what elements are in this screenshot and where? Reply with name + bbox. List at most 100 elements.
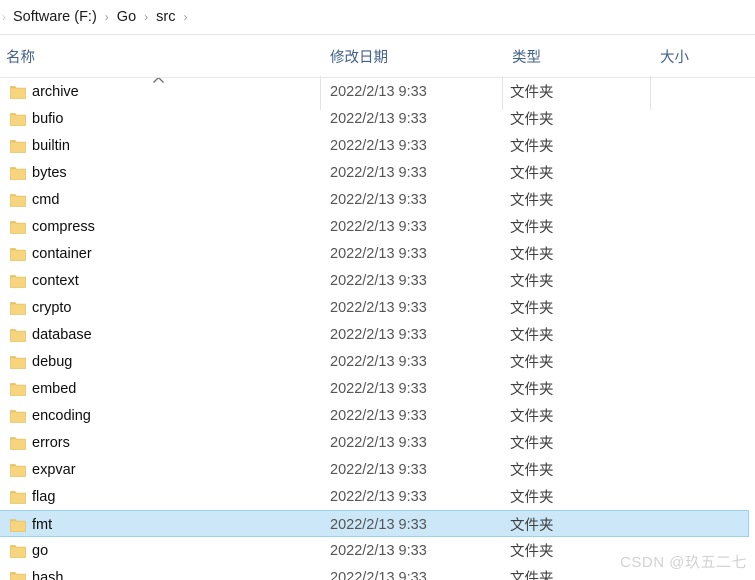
- breadcrumb-item-drive[interactable]: Software (F:): [12, 9, 98, 25]
- file-size-cell: [655, 78, 753, 105]
- file-name-cell[interactable]: encoding: [0, 402, 320, 429]
- file-row[interactable]: archive 2022/2/13 9:33 文件夹: [0, 78, 755, 105]
- file-name-cell[interactable]: hash: [0, 564, 320, 580]
- breadcrumb[interactable]: › Software (F:) › Go › src ›: [0, 0, 755, 34]
- file-type-cell: 文件夹: [510, 294, 645, 321]
- file-date-label: 2022/2/13 9:33: [330, 326, 427, 343]
- file-name-cell[interactable]: crypto: [0, 294, 320, 321]
- file-name-cell[interactable]: container: [0, 240, 320, 267]
- file-type-label: 文件夹: [510, 85, 554, 101]
- file-row[interactable]: container 2022/2/13 9:33 文件夹: [0, 240, 755, 267]
- file-name-cell[interactable]: go: [0, 537, 320, 564]
- breadcrumb-chevron-icon-1[interactable]: ›: [98, 11, 116, 23]
- file-name-cell[interactable]: debug: [0, 348, 320, 375]
- column-header-name[interactable]: 名称: [0, 35, 320, 77]
- file-date-label: 2022/2/13 9:33: [330, 164, 427, 181]
- folder-icon: [10, 409, 26, 423]
- file-row[interactable]: context 2022/2/13 9:33 文件夹: [0, 267, 755, 294]
- file-row[interactable]: bytes 2022/2/13 9:33 文件夹: [0, 159, 755, 186]
- file-row[interactable]: flag 2022/2/13 9:33 文件夹: [0, 483, 755, 510]
- file-date-cell: 2022/2/13 9:33: [330, 321, 505, 348]
- file-row[interactable]: builtin 2022/2/13 9:33 文件夹: [0, 132, 755, 159]
- folder-icon: [10, 436, 26, 450]
- file-date-cell: 2022/2/13 9:33: [330, 186, 505, 213]
- file-date-cell: 2022/2/13 9:33: [330, 213, 505, 240]
- column-header-size[interactable]: 大小: [650, 35, 755, 77]
- file-name-cell[interactable]: flag: [0, 483, 320, 510]
- file-date-cell: 2022/2/13 9:33: [330, 348, 505, 375]
- file-name-label: expvar: [32, 461, 76, 478]
- file-name-cell[interactable]: fmt: [0, 511, 320, 538]
- file-type-label: 文件夹: [510, 328, 554, 344]
- file-name-cell[interactable]: database: [0, 321, 320, 348]
- file-type-label: 文件夹: [510, 166, 554, 182]
- file-date-cell: 2022/2/13 9:33: [330, 375, 505, 402]
- file-row[interactable]: encoding 2022/2/13 9:33 文件夹: [0, 402, 755, 429]
- file-name-label: context: [32, 272, 79, 289]
- file-row[interactable]: expvar 2022/2/13 9:33 文件夹: [0, 456, 755, 483]
- file-name-label: builtin: [32, 137, 70, 154]
- file-size-cell: [655, 402, 753, 429]
- file-type-label: 文件夹: [510, 409, 554, 425]
- breadcrumb-lead-chevron-icon: ›: [2, 11, 6, 23]
- file-size-cell: [655, 132, 753, 159]
- file-date-label: 2022/2/13 9:33: [330, 353, 427, 370]
- breadcrumb-chevron-icon-3[interactable]: ›: [176, 11, 194, 23]
- file-row[interactable]: crypto 2022/2/13 9:33 文件夹: [0, 294, 755, 321]
- file-type-cell: 文件夹: [510, 429, 645, 456]
- file-row[interactable]: cmd 2022/2/13 9:33 文件夹: [0, 186, 755, 213]
- file-name-cell[interactable]: context: [0, 267, 320, 294]
- file-name-cell[interactable]: bufio: [0, 105, 320, 132]
- file-size-cell: [655, 375, 753, 402]
- column-header-type-label: 类型: [512, 49, 541, 66]
- folder-icon: [10, 382, 26, 396]
- file-size-cell: [655, 348, 753, 375]
- column-header-date-label: 修改日期: [330, 49, 388, 66]
- file-date-label: 2022/2/13 9:33: [330, 110, 427, 127]
- file-name-cell[interactable]: builtin: [0, 132, 320, 159]
- file-type-label: 文件夹: [510, 518, 554, 534]
- file-type-cell: 文件夹: [510, 456, 645, 483]
- file-name-label: cmd: [32, 191, 60, 208]
- file-list[interactable]: archive 2022/2/13 9:33 文件夹 bufio 2022/2/13 9…: [0, 78, 755, 580]
- file-name-cell[interactable]: bytes: [0, 159, 320, 186]
- file-name-cell[interactable]: compress: [0, 213, 320, 240]
- file-row[interactable]: go 2022/2/13 9:33 文件夹: [0, 537, 755, 564]
- file-date-cell: 2022/2/13 9:33: [330, 78, 505, 105]
- file-date-label: 2022/2/13 9:33: [330, 407, 427, 424]
- file-size-cell: [655, 456, 753, 483]
- file-date-cell: 2022/2/13 9:33: [330, 564, 505, 580]
- file-name-label: embed: [32, 380, 77, 397]
- file-type-label: 文件夹: [510, 571, 554, 580]
- file-name-cell[interactable]: errors: [0, 429, 320, 456]
- file-row[interactable]: bufio 2022/2/13 9:33 文件夹: [0, 105, 755, 132]
- breadcrumb-item-go[interactable]: Go: [116, 9, 137, 25]
- file-name-label: bufio: [32, 110, 64, 127]
- column-header-type[interactable]: 类型: [502, 35, 650, 77]
- file-date-label: 2022/2/13 9:33: [330, 461, 427, 478]
- file-type-label: 文件夹: [510, 139, 554, 155]
- column-header-date-modified[interactable]: 修改日期: [320, 35, 502, 77]
- file-row[interactable]: compress 2022/2/13 9:33 文件夹: [0, 213, 755, 240]
- file-name-label: go: [32, 542, 49, 559]
- file-date-cell: 2022/2/13 9:33: [330, 429, 505, 456]
- file-name-cell[interactable]: archive: [0, 78, 320, 105]
- file-name-cell[interactable]: embed: [0, 375, 320, 402]
- file-type-cell: 文件夹: [510, 348, 645, 375]
- file-name-cell[interactable]: expvar: [0, 456, 320, 483]
- file-type-label: 文件夹: [510, 544, 554, 560]
- folder-icon: [10, 220, 26, 234]
- file-date-cell: 2022/2/13 9:33: [330, 483, 505, 510]
- file-row[interactable]: fmt 2022/2/13 9:33 文件夹: [0, 510, 749, 537]
- file-row[interactable]: database 2022/2/13 9:33 文件夹: [0, 321, 755, 348]
- file-name-cell[interactable]: cmd: [0, 186, 320, 213]
- file-size-cell: [655, 267, 753, 294]
- breadcrumb-chevron-icon-2[interactable]: ›: [137, 11, 155, 23]
- file-row[interactable]: embed 2022/2/13 9:33 文件夹: [0, 375, 755, 402]
- breadcrumb-item-src[interactable]: src: [155, 9, 176, 25]
- file-row[interactable]: debug 2022/2/13 9:33 文件夹: [0, 348, 755, 375]
- file-row[interactable]: hash 2022/2/13 9:33 文件夹: [0, 564, 755, 580]
- file-row[interactable]: errors 2022/2/13 9:33 文件夹: [0, 429, 755, 456]
- file-type-label: 文件夹: [510, 301, 554, 317]
- file-name-label: flag: [32, 488, 56, 505]
